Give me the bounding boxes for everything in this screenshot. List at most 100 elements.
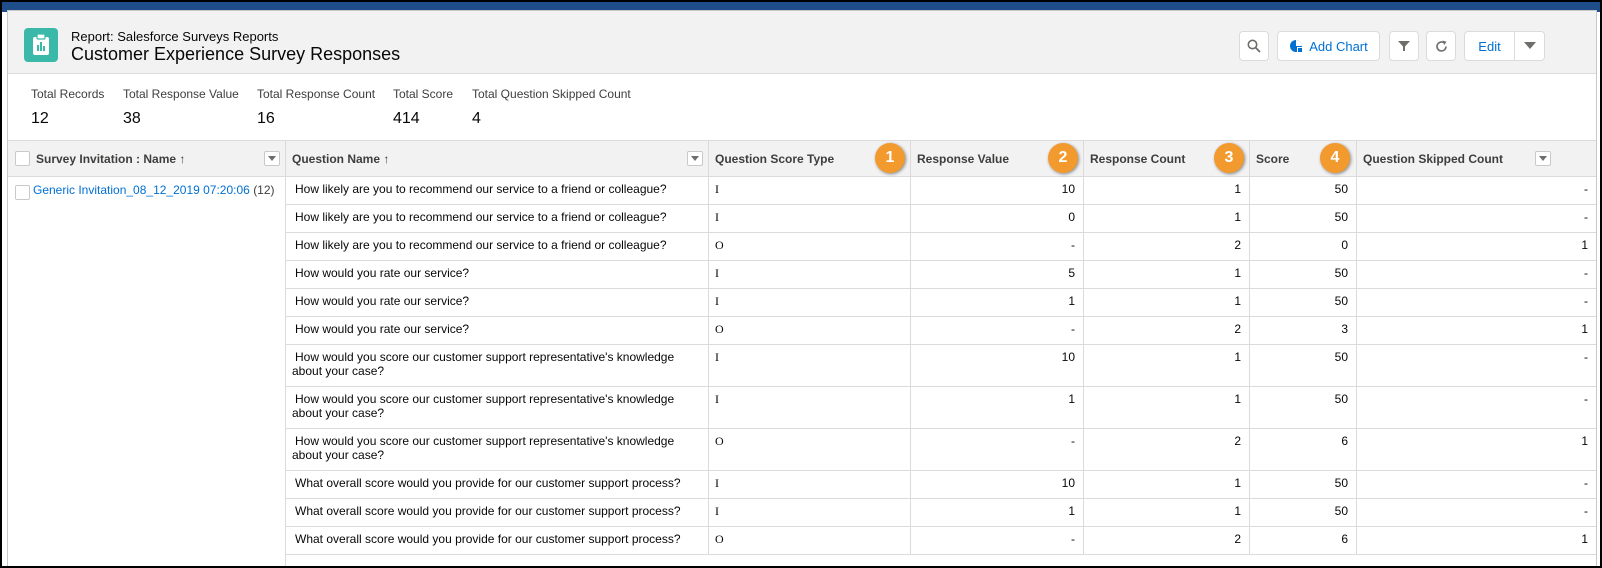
score-type-cell-text: I [715,294,719,308]
summary-label: Total Response Value [123,87,239,101]
response-count-cell: 1 [1084,345,1250,386]
table-row[interactable]: What overall score would you provide for… [286,471,1596,499]
response-value-cell-text: 10 [1061,182,1075,196]
select-all-checkbox[interactable] [15,151,30,166]
question-name-cell-text: How likely are you to recommend our serv… [295,210,667,224]
response-value-cell: 1 [911,387,1084,428]
score-cell-text: 50 [1334,504,1348,518]
score-type-cell-text: I [715,350,719,364]
table-row[interactable]: How would you rate our service? O - 2 3 1 [286,317,1596,345]
score-cell: 50 [1250,261,1357,288]
response-value-cell: 5 [911,261,1084,288]
skipped-count-cell: - [1357,205,1596,232]
search-button[interactable] [1239,31,1269,61]
column-header-score[interactable]: Score 4 [1250,141,1357,177]
table-row[interactable]: How would you rate our service? I 1 1 50 - [286,289,1596,317]
column-header-question[interactable]: Question Name ↑ [286,141,709,177]
table-row[interactable]: What overall score would you provide for… [286,499,1596,527]
score-type-cell: O [709,527,911,554]
skipped-count-cell-text: - [1584,182,1588,196]
score-type-cell: O [709,429,911,470]
column-menu-button[interactable] [264,151,280,166]
column-menu-button[interactable] [1535,151,1551,166]
column-header-invitation[interactable]: Survey Invitation : Name ↑ [8,141,286,177]
summary-value: 38 [123,110,141,127]
add-chart-button[interactable]: Add Chart [1277,31,1380,61]
column-header-response-count[interactable]: Response Count 3 [1084,141,1250,177]
edit-menu-button[interactable] [1514,31,1545,61]
score-cell: 50 [1250,499,1357,526]
question-name-cell: What overall score would you provide for… [286,471,709,498]
table-row[interactable]: What overall score would you provide for… [286,527,1596,555]
summary-label: Total Score [393,87,454,101]
score-cell: 50 [1250,345,1357,386]
response-value-cell: - [911,527,1084,554]
skipped-count-cell-text: 1 [1581,434,1588,448]
skipped-count-cell: - [1357,345,1596,386]
column-label: Score [1256,152,1290,166]
row-checkbox[interactable] [15,185,30,200]
response-count-cell-text: 1 [1234,504,1241,518]
score-type-cell-text: I [715,392,719,406]
refresh-icon [1435,40,1447,52]
column-header-score-type[interactable]: Question Score Type 1 [709,141,911,177]
skipped-count-cell-text: - [1584,294,1588,308]
group-column: Generic Invitation_08_12_2019 07:20:06 (… [8,177,286,566]
question-name-cell-text: What overall score would you provide for… [295,532,681,546]
survey-invitation-link[interactable]: Generic Invitation_08_12_2019 07:20:06 (… [33,183,275,197]
report-type-subtitle: Report: Salesforce Surveys Reports [71,29,279,44]
question-name-cell: How would you score our customer support… [286,429,709,470]
callout-badge-4: 4 [1320,143,1350,173]
table-row[interactable]: How likely are you to recommend our serv… [286,205,1596,233]
response-value-cell-text: 10 [1061,476,1075,490]
invitation-name[interactable]: Generic Invitation_08_12_2019 07:20:06 [33,183,250,197]
question-name-cell-text: How would you rate our service? [295,266,470,280]
question-name-cell-text: What overall score would you provide for… [295,476,681,490]
table-row[interactable]: How would you score our customer support… [286,387,1596,429]
skipped-count-cell-text: - [1584,350,1588,364]
response-count-cell-text: 2 [1234,532,1241,546]
response-value-cell: 10 [911,345,1084,386]
score-type-cell-text: O [715,322,724,336]
question-name-cell: How would you score our customer support… [286,345,709,386]
score-type-cell: I [709,205,911,232]
score-type-cell-text: O [715,238,724,252]
score-cell: 50 [1250,177,1357,204]
skipped-count-cell: 1 [1357,527,1596,554]
edit-label: Edit [1478,38,1501,54]
filter-button[interactable] [1389,31,1419,61]
column-menu-button[interactable] [687,151,703,166]
question-name-cell-text: What overall score would you provide for… [295,504,681,518]
question-name-cell: How would you rate our service? [286,261,709,288]
column-header-skipped[interactable]: Question Skipped Count [1357,141,1596,177]
add-chart-label: Add Chart [1309,38,1368,54]
response-value-cell: 0 [911,205,1084,232]
table-row[interactable]: How would you score our customer support… [286,345,1596,387]
refresh-button[interactable] [1426,31,1456,61]
table-row[interactable]: How likely are you to recommend our serv… [286,177,1596,205]
response-value-cell-text: - [1071,532,1075,546]
edit-button[interactable]: Edit [1464,31,1515,61]
summary-value: 4 [472,110,481,127]
question-name-cell: How likely are you to recommend our serv… [286,177,709,204]
table-row[interactable]: How likely are you to recommend our serv… [286,233,1596,261]
score-type-cell-text: I [715,266,719,280]
report-header: Report: Salesforce Surveys Reports Custo… [8,11,1596,74]
question-name-cell: How would you rate our service? [286,317,709,344]
column-label: Survey Invitation : Name ↑ [36,152,186,166]
score-cell: 50 [1250,471,1357,498]
score-type-cell-text: I [715,476,719,490]
search-icon [1247,39,1261,53]
score-type-cell: O [709,317,911,344]
table-row[interactable]: How would you score our customer support… [286,429,1596,471]
score-cell-text: 50 [1334,294,1348,308]
summary-label: Total Response Count [257,87,376,101]
response-count-cell: 1 [1084,205,1250,232]
column-header-response-value[interactable]: Response Value 2 [911,141,1084,177]
column-label: Question Score Type [715,152,835,166]
score-cell: 0 [1250,233,1357,260]
table-row[interactable]: How would you rate our service? I 5 1 50 - [286,261,1596,289]
skipped-count-cell-text: 1 [1581,238,1588,252]
score-cell: 50 [1250,289,1357,316]
skipped-count-cell: 1 [1357,317,1596,344]
